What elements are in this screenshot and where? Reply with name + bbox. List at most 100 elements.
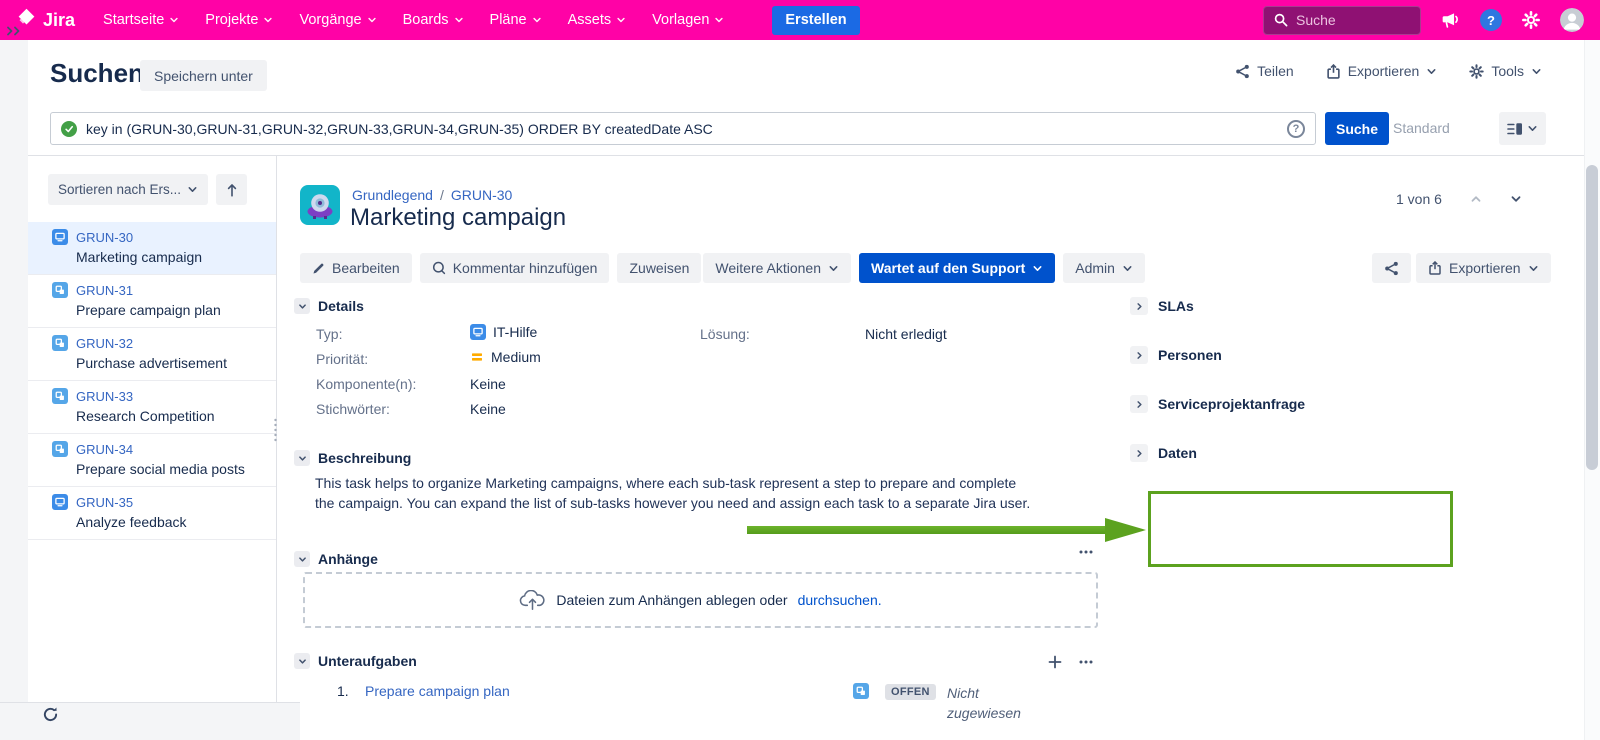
issue-key: GRUN-35 xyxy=(76,495,133,510)
expand-sidebar-icon[interactable] xyxy=(5,24,23,41)
previous-issue-icon[interactable] xyxy=(1470,193,1482,205)
issue-row-grun-35[interactable]: GRUN-35 Analyze feedback xyxy=(28,487,276,540)
arrow-up-icon xyxy=(226,183,238,197)
panel-daten[interactable]: Daten xyxy=(1130,444,1197,462)
export-issue-button[interactable]: Exportieren xyxy=(1416,253,1551,283)
workflow-status-button[interactable]: Wartet auf den Support xyxy=(859,253,1055,283)
nav-item-startseite[interactable]: Startseite xyxy=(103,12,179,28)
chevron-down-icon xyxy=(187,184,198,195)
nav-item-vorlagen[interactable]: Vorlagen xyxy=(652,12,724,28)
details-section-header: Details xyxy=(294,298,364,314)
issue-row-grun-33[interactable]: GRUN-33 Research Competition xyxy=(28,381,276,434)
create-button[interactable]: Erstellen xyxy=(772,6,859,35)
page-title: Suchen xyxy=(50,58,144,89)
subtask-assignee: Nicht zugewiesen xyxy=(947,683,1025,723)
type-value: IT-Hilfe xyxy=(470,324,537,340)
issue-row-grun-32[interactable]: GRUN-32 Purchase advertisement xyxy=(28,328,276,381)
status-badge: OFFEN xyxy=(885,684,936,700)
breadcrumb-issue-link[interactable]: GRUN-30 xyxy=(451,187,512,203)
subtask-type-icon xyxy=(52,282,68,298)
issue-row-grun-30[interactable]: GRUN-30 Marketing campaign xyxy=(28,222,276,275)
global-search[interactable] xyxy=(1263,6,1421,35)
issue-row-grun-31[interactable]: GRUN-31 Prepare campaign plan xyxy=(28,275,276,328)
panel-personen[interactable]: Personen xyxy=(1130,346,1222,364)
vertical-scrollbar-thumb[interactable] xyxy=(1586,165,1598,470)
nav-item-assets[interactable]: Assets xyxy=(568,12,627,28)
nav-item-projekte[interactable]: Projekte xyxy=(205,12,273,28)
chevron-down-icon xyxy=(1122,263,1133,274)
global-search-input[interactable] xyxy=(1296,12,1406,28)
edit-button[interactable]: Bearbeiten xyxy=(300,253,412,283)
refresh-icon[interactable] xyxy=(42,706,59,726)
collapse-section-icon[interactable] xyxy=(294,298,310,314)
jql-search-box: ? xyxy=(50,112,1316,145)
labels-label: Stichwörter: xyxy=(316,401,390,417)
nav-item-vorgaenge[interactable]: Vorgänge xyxy=(299,12,376,28)
chevron-down-icon xyxy=(169,15,179,25)
type-label: Typ: xyxy=(316,326,342,342)
chevron-down-icon xyxy=(1032,263,1043,274)
chevron-down-icon xyxy=(1531,66,1542,77)
sort-direction-button[interactable] xyxy=(216,174,247,205)
resolution-value: Nicht erledigt xyxy=(865,326,947,342)
main-menu: Startseite Projekte Vorgänge Boards Plän… xyxy=(103,6,860,35)
jql-help-icon[interactable]: ? xyxy=(1287,120,1305,138)
subtask-link[interactable]: Prepare campaign plan xyxy=(365,683,510,699)
jira-logo[interactable]: Jira xyxy=(16,7,75,33)
project-avatar[interactable] xyxy=(300,185,340,225)
panel-serviceprojektanfrage[interactable]: Serviceprojektanfrage xyxy=(1130,395,1305,413)
save-as-button[interactable]: Speichern unter xyxy=(140,60,267,91)
chevron-down-icon xyxy=(828,263,839,274)
user-avatar[interactable] xyxy=(1560,8,1584,32)
announcements-icon[interactable] xyxy=(1441,12,1460,29)
collapse-section-icon[interactable] xyxy=(294,653,310,669)
jql-valid-icon xyxy=(61,121,77,137)
next-issue-icon[interactable] xyxy=(1510,193,1522,205)
share-icon xyxy=(1235,64,1250,79)
sort-by-dropdown[interactable]: Sortieren nach Ers... xyxy=(48,174,208,205)
subtask-type-icon xyxy=(853,683,869,699)
issue-summary: Marketing campaign xyxy=(76,249,268,265)
more-actions-button[interactable]: Weitere Aktionen xyxy=(703,253,851,283)
admin-button[interactable]: Admin xyxy=(1063,253,1145,283)
issue-title: Marketing campaign xyxy=(350,204,566,232)
browse-files-link[interactable]: durchsuchen. xyxy=(798,592,882,608)
layout-switcher-button[interactable] xyxy=(1499,112,1546,145)
gear-icon[interactable] xyxy=(1522,11,1540,29)
search-mode-toggle[interactable]: Standard xyxy=(1393,120,1450,136)
help-icon[interactable]: ? xyxy=(1480,9,1502,31)
tools-menu-button[interactable]: Tools xyxy=(1469,63,1542,79)
chevron-down-icon xyxy=(616,15,626,25)
jql-input[interactable] xyxy=(86,121,1287,137)
issue-key: GRUN-33 xyxy=(76,389,133,404)
share-button[interactable]: Teilen xyxy=(1235,63,1294,79)
subtasks-overflow-icon[interactable] xyxy=(1078,659,1094,665)
add-subtask-icon[interactable] xyxy=(1048,655,1062,669)
nav-right: ? xyxy=(1263,6,1584,35)
issue-summary: Prepare campaign plan xyxy=(76,302,268,318)
issue-key: GRUN-30 xyxy=(76,230,133,245)
nav-item-boards[interactable]: Boards xyxy=(403,12,464,28)
subtasks-section-header: Unteraufgaben xyxy=(294,653,417,669)
panel-slas[interactable]: SLAs xyxy=(1130,297,1194,315)
breadcrumb: Grundlegend / GRUN-30 xyxy=(352,187,512,203)
chevron-right-icon xyxy=(1130,444,1148,462)
attachment-dropzone[interactable]: Dateien zum Anhängen ablegen oder durchs… xyxy=(303,572,1098,628)
share-issue-button[interactable] xyxy=(1372,253,1411,283)
nav-item-plaene[interactable]: Pläne xyxy=(490,12,542,28)
issue-row-grun-34[interactable]: GRUN-34 Prepare social media posts xyxy=(28,434,276,487)
subtask-type-icon xyxy=(52,388,68,404)
export-menu-button[interactable]: Exportieren xyxy=(1326,63,1438,79)
attachments-overflow-icon[interactable] xyxy=(1078,549,1094,555)
breadcrumb-project-link[interactable]: Grundlegend xyxy=(352,187,433,203)
search-button[interactable]: Suche xyxy=(1325,112,1389,145)
assign-button[interactable]: Zuweisen xyxy=(617,253,701,283)
add-comment-button[interactable]: Kommentar hinzufügen xyxy=(420,253,610,283)
collapse-section-icon[interactable] xyxy=(294,551,310,567)
issue-view-actions: Exportieren xyxy=(1372,253,1551,283)
labels-value: Keine xyxy=(470,401,506,417)
result-pager: 1 von 6 xyxy=(1396,191,1522,207)
priority-medium-icon xyxy=(470,350,484,364)
panel-resize-handle[interactable] xyxy=(272,418,279,447)
collapse-section-icon[interactable] xyxy=(294,450,310,466)
